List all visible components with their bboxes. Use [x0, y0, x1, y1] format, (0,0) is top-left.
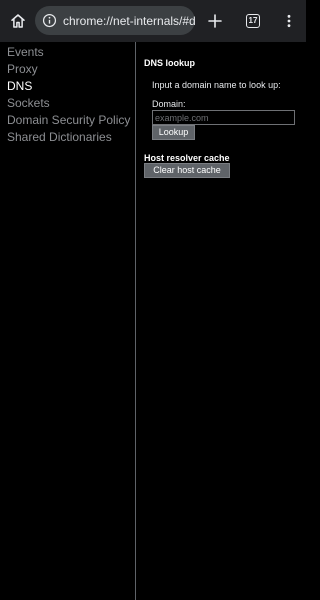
browser-toolbar: chrome://net-internals/#dns 17	[0, 0, 306, 42]
sidebar-item-events[interactable]: Events	[0, 44, 135, 61]
vertical-dots-icon	[287, 14, 291, 28]
tab-count: 17	[248, 16, 258, 25]
domain-label: Domain:	[152, 99, 186, 109]
home-icon	[11, 14, 25, 28]
tab-switcher-button[interactable]: 17	[236, 0, 270, 42]
clear-host-cache-button[interactable]: Clear host cache	[144, 163, 230, 178]
url-text[interactable]: chrome://net-internals/#dns	[63, 14, 195, 28]
dns-lookup-title: DNS lookup	[144, 58, 195, 68]
new-tab-button[interactable]	[198, 0, 232, 42]
sidebar-item-dns[interactable]: DNS	[0, 78, 135, 95]
dns-panel: DNS lookup Input a domain name to look u…	[144, 42, 306, 600]
home-button[interactable]	[1, 0, 35, 42]
address-bar[interactable]: chrome://net-internals/#dns	[35, 6, 195, 35]
lookup-prompt: Input a domain name to look up:	[152, 80, 281, 90]
sidebar-item-shared-dictionaries[interactable]: Shared Dictionaries	[0, 129, 135, 146]
info-icon[interactable]	[41, 13, 57, 29]
sidebar-item-proxy[interactable]: Proxy	[0, 61, 135, 78]
net-internals-page: Events Proxy DNS Sockets Domain Security…	[0, 42, 306, 600]
lookup-button[interactable]: Lookup	[152, 125, 195, 140]
domain-input[interactable]	[152, 110, 295, 125]
menu-button[interactable]	[272, 0, 306, 42]
sidebar-item-sockets[interactable]: Sockets	[0, 95, 135, 112]
tab-switcher-icon: 17	[246, 14, 260, 28]
sidebar-item-domain-security-policy[interactable]: Domain Security Policy	[0, 112, 135, 129]
sidebar-nav: Events Proxy DNS Sockets Domain Security…	[0, 42, 136, 600]
plus-icon	[208, 14, 222, 28]
